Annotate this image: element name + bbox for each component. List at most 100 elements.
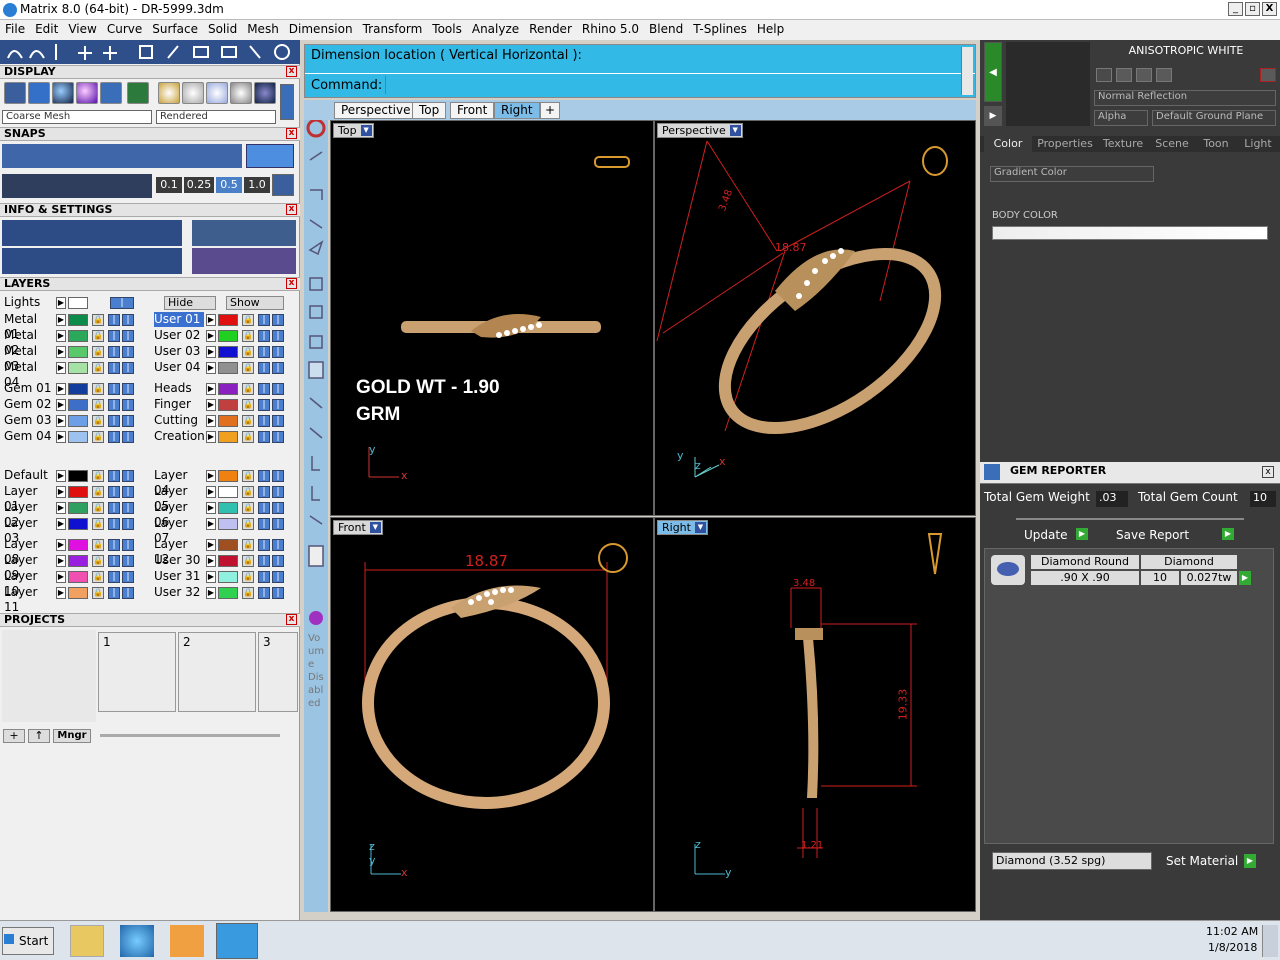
tab-top[interactable]: Top	[412, 102, 447, 119]
display-scroll[interactable]	[280, 84, 294, 120]
layer-name-l-1[interactable]: Metal 02	[4, 328, 54, 357]
layer-color-swatch[interactable]	[218, 314, 238, 326]
alpha-field[interactable]: Alpha	[1094, 110, 1148, 126]
reflection-select[interactable]: Normal Reflection	[1094, 90, 1276, 106]
gem-material-button[interactable]	[254, 82, 276, 104]
layer-render-toggle[interactable]: |	[272, 555, 284, 567]
layer-render-toggle[interactable]: |	[122, 383, 134, 395]
gem-reporter-close-icon[interactable]: x	[1262, 466, 1274, 478]
panel-expand-button[interactable]: ▶	[984, 106, 1002, 126]
material-export-icon[interactable]	[1156, 68, 1172, 82]
layer-visible-toggle[interactable]: |	[108, 587, 120, 599]
layer-lock-icon[interactable]: 🔒	[242, 518, 254, 530]
matrix-app-icon[interactable]	[216, 923, 258, 959]
grid-icon[interactable]	[272, 174, 294, 196]
layer-arrow-icon[interactable]: ▶	[56, 571, 66, 583]
layer-name-l-5[interactable]: Gem 02	[4, 397, 54, 412]
layer-arrow-icon[interactable]: ▶	[206, 431, 216, 443]
menu-mesh[interactable]: Mesh	[242, 20, 284, 36]
layer-name-r-8[interactable]: Layer 04	[154, 468, 204, 497]
layer-visible-toggle[interactable]: |	[258, 383, 270, 395]
close-projects-icon[interactable]: x	[286, 614, 297, 625]
layer-color-swatch[interactable]	[218, 555, 238, 567]
material-toolbar[interactable]	[1096, 66, 1276, 84]
layer-lock-icon[interactable]: 🔒	[92, 415, 104, 427]
layer-name-l-0[interactable]: Metal 01	[4, 312, 54, 341]
layer-visible-toggle[interactable]: |	[258, 470, 270, 482]
command-scrollbar[interactable]	[961, 47, 973, 95]
layer-lock-icon[interactable]: 🔒	[92, 539, 104, 551]
layer-arrow-icon[interactable]: ▶	[206, 346, 216, 358]
layer-name-r-0[interactable]: User 01	[154, 312, 204, 327]
menu-transform[interactable]: Transform	[358, 20, 428, 36]
tab-properties[interactable]: Properties	[1034, 136, 1096, 152]
layer-color-swatch[interactable]	[68, 486, 88, 498]
layer-lock-icon[interactable]: 🔒	[242, 555, 254, 567]
layer-visible-toggle[interactable]: |	[108, 330, 120, 342]
gradient-select[interactable]: Gradient Color	[990, 166, 1154, 182]
layer-visible-toggle[interactable]: |	[108, 555, 120, 567]
layer-render-toggle[interactable]: |	[122, 470, 134, 482]
layer-lock-icon[interactable]: 🔒	[92, 431, 104, 443]
layer-name-r-15[interactable]: User 32	[154, 585, 204, 600]
technical-button[interactable]	[127, 82, 149, 104]
set-material-button[interactable]: Set Material	[1166, 854, 1238, 868]
layer-lock-icon[interactable]: 🔒	[242, 415, 254, 427]
layer-name-l-4[interactable]: Gem 01	[4, 381, 54, 396]
layer-render-toggle[interactable]: |	[272, 314, 284, 326]
layer-visible-toggle[interactable]: |	[108, 502, 120, 514]
layer-arrow-icon[interactable]: ▶	[56, 330, 66, 342]
layer-color-swatch[interactable]	[218, 470, 238, 482]
layer-color-swatch[interactable]	[218, 431, 238, 443]
layer-name-l-12[interactable]: Layer 08	[4, 537, 54, 566]
layer-name-l-15[interactable]: Layer 11	[4, 585, 54, 614]
xray-button[interactable]	[100, 82, 122, 104]
grid-tools-row[interactable]	[2, 174, 152, 198]
shaded-button[interactable]	[52, 82, 74, 104]
layer-visible-toggle[interactable]: |	[108, 415, 120, 427]
layer-arrow-icon[interactable]: ▶	[206, 555, 216, 567]
layer-name-r-1[interactable]: User 02	[154, 328, 204, 343]
layer-lock-icon[interactable]: 🔒	[242, 486, 254, 498]
layer-arrow-icon[interactable]: ▶	[206, 518, 216, 530]
layer-render-toggle[interactable]: |	[122, 587, 134, 599]
maximize-button[interactable]: ▫	[1245, 2, 1260, 16]
layer-lock-icon[interactable]: 🔒	[92, 314, 104, 326]
layer-color-swatch[interactable]	[218, 539, 238, 551]
layer-lock-icon[interactable]: 🔒	[242, 362, 254, 374]
layer-arrow-icon[interactable]: ▶	[206, 587, 216, 599]
layer-visible-toggle[interactable]: |	[108, 518, 120, 530]
layer-lock-icon[interactable]: 🔒	[92, 399, 104, 411]
silver-material-button[interactable]	[182, 82, 204, 104]
layer-color-swatch[interactable]	[218, 346, 238, 358]
internet-explorer-icon[interactable]	[120, 925, 154, 957]
layer-arrow-icon[interactable]: ▶	[56, 555, 66, 567]
layer-name-r-2[interactable]: User 03	[154, 344, 204, 359]
close-layers-icon[interactable]: x	[286, 278, 297, 289]
menu-rhino[interactable]: Rhino 5.0	[577, 20, 644, 36]
menu-render[interactable]: Render	[524, 20, 577, 36]
layer-visible-toggle[interactable]: |	[258, 399, 270, 411]
layer-color-swatch[interactable]	[68, 502, 88, 514]
viewport-top[interactable]: Top ▼ GOLD WT - 1.90 GRM y x	[330, 120, 654, 516]
layer-lock-icon[interactable]: 🔒	[92, 470, 104, 482]
layer-lock-icon[interactable]: 🔒	[242, 502, 254, 514]
menu-analyze[interactable]: Analyze	[467, 20, 524, 36]
close-display-icon[interactable]: x	[286, 66, 297, 77]
gem-material-select[interactable]: Diamond (3.52 spg)	[992, 852, 1152, 870]
layer-name-l-10[interactable]: Layer 02	[4, 500, 54, 529]
layer-visible-toggle[interactable]: |	[108, 362, 120, 374]
project-slot-1[interactable]: 1	[98, 632, 176, 712]
layer-arrow-icon[interactable]: ▶	[206, 539, 216, 551]
render-mode-select[interactable]: Rendered	[156, 110, 276, 124]
layer-name-l-7[interactable]: Gem 04	[4, 429, 54, 444]
snap-toggle-button[interactable]	[246, 144, 294, 168]
tab-texture[interactable]: Texture	[1098, 136, 1148, 152]
layer-render-toggle[interactable]: |	[122, 415, 134, 427]
panel-toggle-button[interactable]: ◀	[984, 42, 1002, 102]
layer-lock-icon[interactable]: 🔒	[242, 587, 254, 599]
layer-visible-toggle[interactable]: |	[258, 415, 270, 427]
media-player-icon[interactable]	[170, 925, 204, 957]
layer-color-swatch[interactable]	[218, 362, 238, 374]
tab-perspective[interactable]: Perspective	[334, 102, 418, 119]
